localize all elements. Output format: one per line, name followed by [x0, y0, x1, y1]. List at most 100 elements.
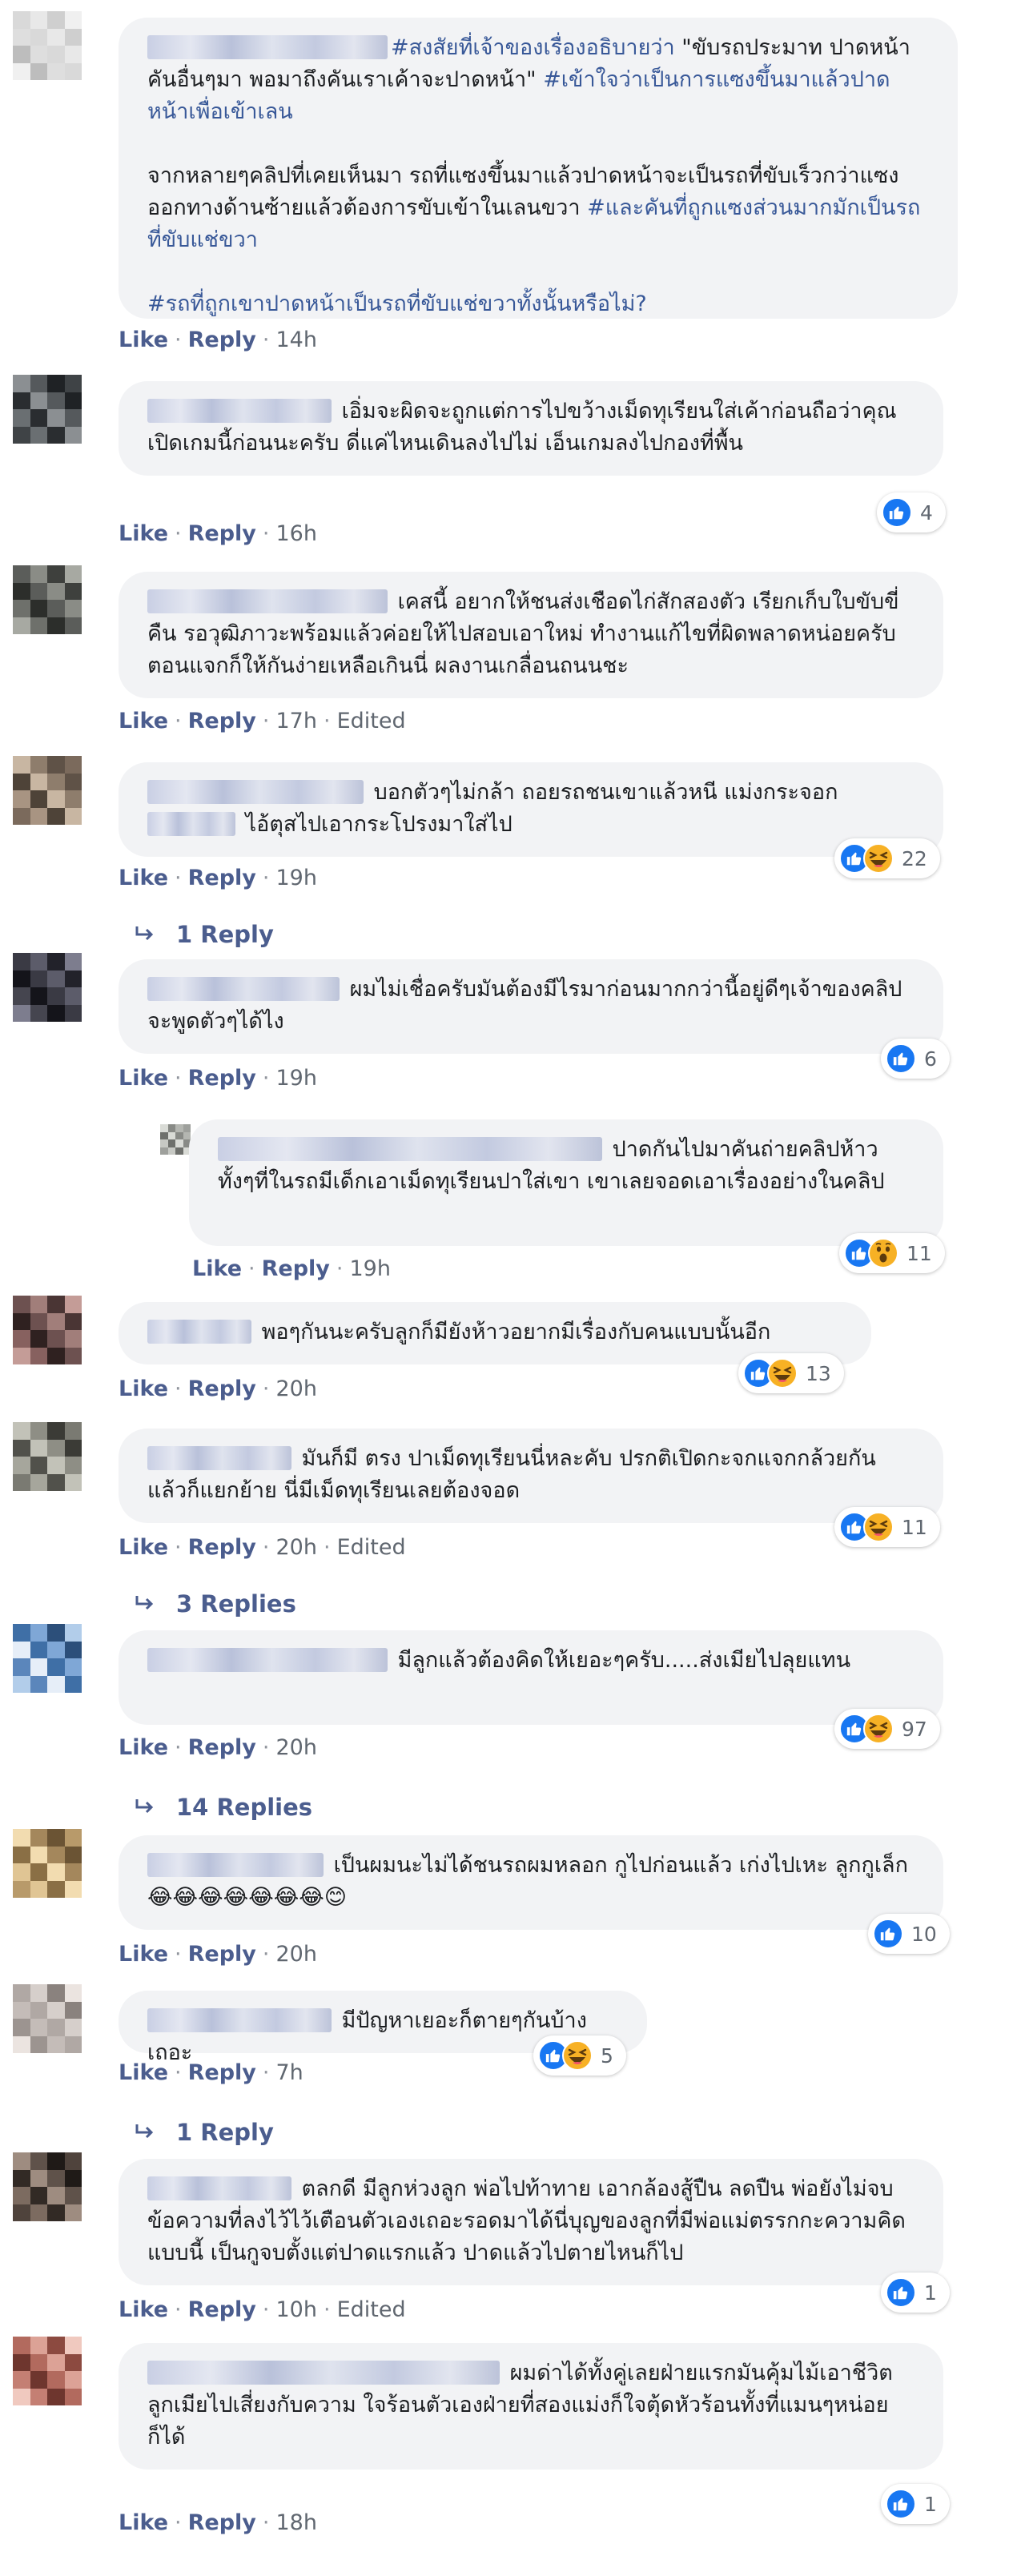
commenter-name-redacted[interactable]: [147, 35, 388, 59]
like-link[interactable]: Like: [119, 328, 168, 352]
reply-arrow-icon: [135, 1590, 155, 1618]
wow-face-icon: [868, 1238, 898, 1268]
like-link[interactable]: Like: [119, 521, 168, 546]
commenter-name-redacted[interactable]: [147, 589, 388, 613]
reply-link[interactable]: Reply: [188, 1376, 256, 1401]
commenter-name-redacted[interactable]: [147, 812, 235, 836]
avatar[interactable]: [13, 1624, 82, 1693]
like-link[interactable]: Like: [119, 2060, 168, 2085]
view-replies-link[interactable]: 3 Replies: [135, 1590, 296, 1618]
reply-link[interactable]: Reply: [188, 328, 256, 352]
like-link[interactable]: Like: [119, 1535, 168, 1560]
comment-timestamp[interactable]: 14h: [276, 328, 317, 352]
edited-label[interactable]: Edited: [337, 1535, 406, 1560]
avatar[interactable]: [13, 953, 82, 1022]
reply-link[interactable]: Reply: [188, 2297, 256, 2322]
avatar[interactable]: [13, 11, 82, 80]
reaction-summary[interactable]: 13: [738, 1353, 844, 1393]
comment-timestamp[interactable]: 17h: [276, 709, 317, 733]
edited-label[interactable]: Edited: [337, 2297, 406, 2322]
reaction-summary[interactable]: 1: [881, 2273, 950, 2313]
avatar[interactable]: [160, 1124, 191, 1155]
like-link[interactable]: Like: [119, 1066, 168, 1091]
avatar[interactable]: [13, 565, 82, 634]
commenter-name-redacted[interactable]: [147, 1648, 388, 1672]
hashtag-link[interactable]: #สงสัยที่เจ้าของเรื่องอธิบายว่า: [391, 35, 675, 60]
comment-timestamp[interactable]: 20h: [276, 1735, 317, 1760]
reaction-summary[interactable]: 6: [881, 1039, 950, 1079]
like-link[interactable]: Like: [119, 2297, 168, 2322]
replies-count-label[interactable]: 14 Replies: [176, 1794, 312, 1821]
avatar[interactable]: [13, 2337, 82, 2405]
commenter-name-redacted[interactable]: [147, 1853, 324, 1877]
view-replies-link[interactable]: 1 Reply: [135, 2119, 274, 2146]
edited-label[interactable]: Edited: [337, 709, 406, 733]
comment-timestamp[interactable]: 20h: [276, 1376, 317, 1401]
comment-timestamp[interactable]: 16h: [276, 521, 317, 546]
reply-link[interactable]: Reply: [188, 2060, 256, 2085]
like-link[interactable]: Like: [119, 1942, 168, 1967]
comment-text-segment: ไอ้ตุสไปเอากระโปรงมาใส่ไป: [239, 812, 512, 837]
comment-timestamp[interactable]: 20h: [276, 1535, 317, 1560]
reply-link[interactable]: Reply: [188, 1735, 256, 1760]
view-replies-link[interactable]: 1 Reply: [135, 921, 274, 948]
comment-timestamp[interactable]: 19h: [350, 1256, 391, 1281]
like-link[interactable]: Like: [119, 709, 168, 733]
reply-link[interactable]: Reply: [188, 1942, 256, 1967]
reaction-summary[interactable]: 11: [839, 1233, 945, 1273]
comment-timestamp[interactable]: 7h: [276, 2060, 303, 2085]
like-link[interactable]: Like: [192, 1256, 242, 1281]
commenter-name-redacted[interactable]: [147, 977, 340, 1001]
reply-link[interactable]: Reply: [188, 1066, 256, 1091]
avatar[interactable]: [13, 375, 82, 444]
avatar[interactable]: [13, 1296, 82, 1364]
avatar[interactable]: [13, 1829, 82, 1898]
replies-count-label[interactable]: 3 Replies: [176, 1590, 296, 1618]
like-link[interactable]: Like: [119, 1376, 168, 1401]
like-link[interactable]: Like: [119, 1735, 168, 1760]
comment-timestamp[interactable]: 19h: [276, 1066, 317, 1091]
reaction-summary[interactable]: 10: [868, 1914, 950, 1954]
commenter-name-redacted[interactable]: [147, 780, 364, 804]
replies-count-label[interactable]: 1 Reply: [176, 921, 274, 948]
reaction-summary[interactable]: 22: [834, 838, 940, 878]
comment-timestamp[interactable]: 20h: [276, 1942, 317, 1967]
comment-bubble: ผมไม่เชื่อครับมันต้องมีไรมาก่อนมากกว่านี…: [119, 959, 943, 1054]
view-replies-link[interactable]: 14 Replies: [135, 1794, 312, 1821]
commenter-name-redacted[interactable]: [147, 2008, 332, 2032]
replies-count-label[interactable]: 1 Reply: [176, 2119, 274, 2146]
avatar[interactable]: [13, 756, 82, 825]
reaction-count: 11: [902, 1515, 927, 1539]
reaction-count: 1: [924, 2281, 937, 2305]
comment-bubble: เอิ่มจะผิดจะถูกแต่การไปขว้างเม็ดทุเรียนใ…: [119, 381, 943, 476]
separator-dot: ·: [262, 328, 270, 352]
comment-timestamp[interactable]: 18h: [276, 2510, 317, 2535]
reply-link[interactable]: Reply: [262, 1256, 330, 1281]
avatar[interactable]: [13, 1422, 82, 1491]
separator-dot: ·: [248, 1256, 255, 1281]
like-link[interactable]: Like: [119, 2510, 168, 2535]
avatar[interactable]: [13, 1984, 82, 2053]
reply-link[interactable]: Reply: [188, 1535, 256, 1560]
commenter-name-redacted[interactable]: [147, 399, 332, 423]
commenter-name-redacted[interactable]: [218, 1137, 602, 1161]
commenter-name-redacted[interactable]: [147, 1446, 291, 1470]
comment-timestamp[interactable]: 10h: [276, 2297, 317, 2322]
commenter-name-redacted[interactable]: [147, 2176, 291, 2200]
reply-link[interactable]: Reply: [188, 866, 256, 890]
hashtag-link[interactable]: #รถที่ถูกเขาปาดหน้าเป็นรถที่ขับแช่ขวาทั้…: [147, 291, 647, 316]
comment-timestamp[interactable]: 19h: [276, 866, 317, 890]
reaction-summary[interactable]: 4: [877, 492, 946, 532]
reaction-summary[interactable]: 5: [533, 2035, 626, 2076]
commenter-name-redacted[interactable]: [147, 1320, 251, 1344]
reply-link[interactable]: Reply: [188, 2510, 256, 2535]
like-link[interactable]: Like: [119, 866, 168, 890]
commenter-name-redacted[interactable]: [147, 2361, 500, 2385]
reaction-summary[interactable]: 1: [881, 2484, 950, 2524]
reaction-summary[interactable]: 97: [834, 1709, 940, 1749]
reply-link[interactable]: Reply: [188, 709, 256, 733]
comment-text: มีลูกแล้วต้องคิดให้เยอะๆครับ.....ส่งเมีย…: [147, 1645, 914, 1677]
reaction-summary[interactable]: 11: [834, 1507, 940, 1547]
reply-link[interactable]: Reply: [188, 521, 256, 546]
avatar[interactable]: [13, 2152, 82, 2221]
